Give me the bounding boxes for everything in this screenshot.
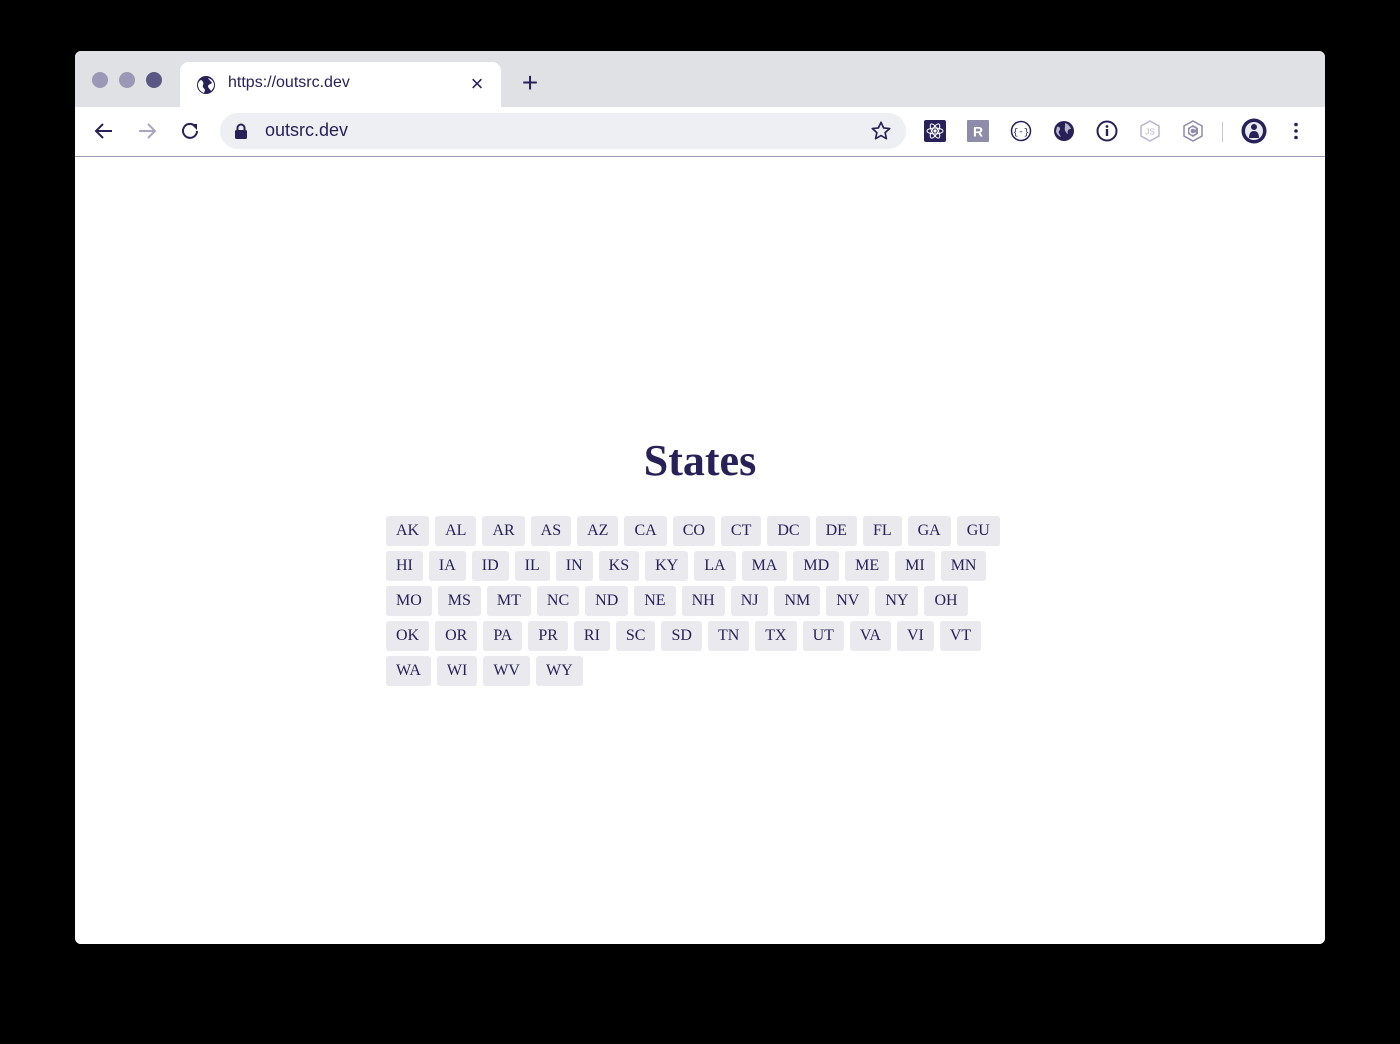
state-chip-nc[interactable]: NC xyxy=(536,586,580,616)
state-chip-nv[interactable]: NV xyxy=(826,586,870,616)
state-chip-al[interactable]: AL xyxy=(435,516,477,546)
state-chip-nm[interactable]: NM xyxy=(774,586,821,616)
state-chip-sd[interactable]: SD xyxy=(661,621,702,651)
browser-window: https://outsrc.dev × + outsrc.dev R {-} … xyxy=(75,51,1325,944)
state-chip-ks[interactable]: KS xyxy=(598,551,640,581)
state-chip-hi[interactable]: HI xyxy=(386,551,423,581)
state-chip-ne[interactable]: NE xyxy=(634,586,676,616)
states-list: AK AL AR AS AZ CA CO CT DC DE FL GA GU HI IA ID IL IN KS KY… xyxy=(386,516,1016,686)
globe-extension-icon[interactable] xyxy=(1053,120,1075,142)
info-icon[interactable] xyxy=(1096,120,1118,142)
state-chip-wa[interactable]: WA xyxy=(386,656,431,686)
browser-toolbar: outsrc.dev R {-} JS xyxy=(75,107,1325,157)
tab-strip: https://outsrc.dev × + xyxy=(75,51,1325,107)
state-chip-de[interactable]: DE xyxy=(815,516,857,546)
browser-tab[interactable]: https://outsrc.dev × xyxy=(180,62,501,107)
svg-text:{-}: {-} xyxy=(1013,128,1029,138)
globe-icon xyxy=(197,76,215,94)
url-text: outsrc.dev xyxy=(265,120,349,140)
window-minimize-button[interactable] xyxy=(119,72,135,88)
state-chip-as[interactable]: AS xyxy=(530,516,572,546)
close-icon[interactable]: × xyxy=(465,72,489,96)
state-chip-sc[interactable]: SC xyxy=(615,621,656,651)
state-chip-co[interactable]: CO xyxy=(672,516,715,546)
toolbar-divider xyxy=(1222,122,1223,142)
state-chip-ri[interactable]: RI xyxy=(573,621,610,651)
state-chip-mo[interactable]: MO xyxy=(386,586,432,616)
kebab-menu-icon[interactable] xyxy=(1285,120,1307,142)
r-extension-icon[interactable]: R xyxy=(967,120,989,142)
react-devtools-icon[interactable] xyxy=(924,120,946,142)
state-chip-va[interactable]: VA xyxy=(849,621,891,651)
state-chip-fl[interactable]: FL xyxy=(862,516,902,546)
state-chip-vt[interactable]: VT xyxy=(939,621,982,651)
state-chip-ia[interactable]: IA xyxy=(428,551,466,581)
state-chip-ok[interactable]: OK xyxy=(386,621,430,651)
state-chip-wy[interactable]: WY xyxy=(535,656,583,686)
state-chip-ny[interactable]: NY xyxy=(875,586,919,616)
address-bar[interactable]: outsrc.dev xyxy=(220,113,906,149)
nodejs-icon[interactable]: JS xyxy=(1139,120,1161,142)
state-chip-mt[interactable]: MT xyxy=(486,586,531,616)
state-chip-mn[interactable]: MN xyxy=(940,551,987,581)
state-chip-il[interactable]: IL xyxy=(514,551,550,581)
svg-text:R: R xyxy=(973,124,983,140)
state-chip-ga[interactable]: GA xyxy=(907,516,951,546)
avatar[interactable] xyxy=(1241,118,1267,144)
state-chip-vi[interactable]: VI xyxy=(896,621,934,651)
state-chip-ky[interactable]: KY xyxy=(645,551,689,581)
window-maximize-button[interactable] xyxy=(146,72,162,88)
page-content: States AK AL AR AS AZ CA CO CT DC DE FL GA GU HI IA ID I… xyxy=(75,157,1325,944)
state-chip-ms[interactable]: MS xyxy=(437,586,481,616)
state-chip-gu[interactable]: GU xyxy=(956,516,1000,546)
window-close-button[interactable] xyxy=(92,72,108,88)
state-chip-nd[interactable]: ND xyxy=(585,586,629,616)
state-chip-la[interactable]: LA xyxy=(694,551,736,581)
jsonview-icon[interactable]: {-} xyxy=(1010,120,1032,142)
back-arrow-icon[interactable] xyxy=(92,119,116,143)
state-chip-tn[interactable]: TN xyxy=(707,621,750,651)
svg-text:JS: JS xyxy=(1145,128,1154,137)
forward-arrow-icon[interactable] xyxy=(135,119,159,143)
state-chip-pr[interactable]: PR xyxy=(528,621,568,651)
state-chip-tx[interactable]: TX xyxy=(755,621,797,651)
hexagon-extension-icon[interactable] xyxy=(1182,120,1204,142)
tab-title: https://outsrc.dev xyxy=(228,74,350,91)
state-chip-wi[interactable]: WI xyxy=(436,656,478,686)
state-chip-md[interactable]: MD xyxy=(793,551,840,581)
state-chip-wv[interactable]: WV xyxy=(483,656,530,686)
state-chip-mi[interactable]: MI xyxy=(895,551,935,581)
state-chip-az[interactable]: AZ xyxy=(577,516,619,546)
state-chip-nj[interactable]: NJ xyxy=(730,586,769,616)
state-chip-id[interactable]: ID xyxy=(471,551,509,581)
plus-icon[interactable]: + xyxy=(518,69,542,97)
bookmark-star-icon[interactable] xyxy=(870,120,892,142)
page-title: States xyxy=(643,436,757,485)
state-chip-dc[interactable]: DC xyxy=(767,516,810,546)
state-chip-ar[interactable]: AR xyxy=(482,516,525,546)
state-chip-or[interactable]: OR xyxy=(435,621,478,651)
state-chip-ut[interactable]: UT xyxy=(802,621,844,651)
state-chip-ca[interactable]: CA xyxy=(624,516,667,546)
state-chip-ct[interactable]: CT xyxy=(720,516,762,546)
state-chip-nh[interactable]: NH xyxy=(681,586,725,616)
state-chip-pa[interactable]: PA xyxy=(483,621,523,651)
state-chip-ma[interactable]: MA xyxy=(741,551,788,581)
lock-icon xyxy=(235,123,247,139)
state-chip-me[interactable]: ME xyxy=(845,551,890,581)
state-chip-ak[interactable]: AK xyxy=(386,516,430,546)
reload-icon[interactable] xyxy=(178,119,202,143)
state-chip-in[interactable]: IN xyxy=(555,551,593,581)
state-chip-oh[interactable]: OH xyxy=(924,586,968,616)
